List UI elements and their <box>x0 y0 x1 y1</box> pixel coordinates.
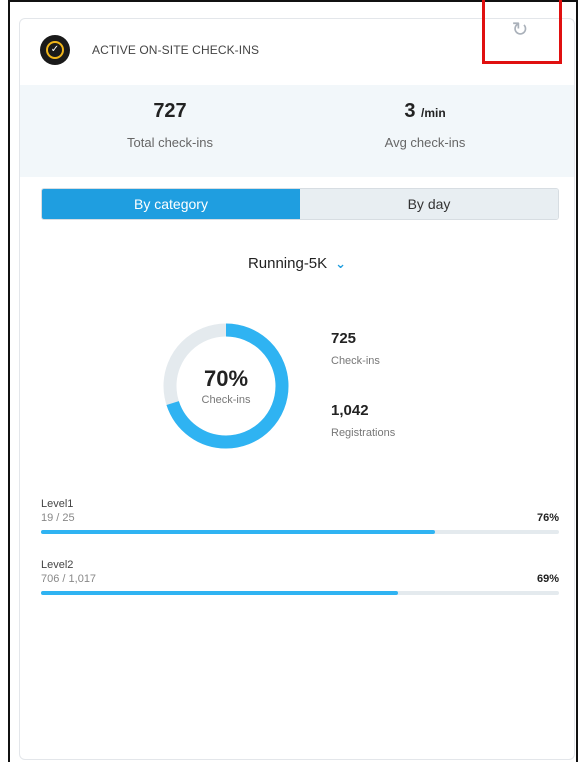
total-checkins-value: 727 <box>153 100 187 122</box>
level-percent: 69% <box>536 573 559 585</box>
level-progress-fill <box>41 530 435 534</box>
tab-by-category[interactable]: By category <box>42 189 300 219</box>
checkins-metric: 725 Check-ins <box>331 330 380 367</box>
category-dropdown[interactable]: Running-5K ⌄ <box>20 255 574 272</box>
category-selected-label: Running-5K <box>247 255 328 272</box>
check-circle-icon: ✓ <box>40 35 70 65</box>
level-progress-item: Level2 706 / 1,017 69% <box>41 559 559 595</box>
donut-label: Check-ins <box>201 394 251 406</box>
level-counts: 706 / 1,017 <box>41 573 97 585</box>
total-checkins-label: Total check-ins <box>127 135 213 150</box>
avg-checkins-label: Avg check-ins <box>384 135 466 150</box>
level-name: Level1 <box>41 498 74 510</box>
avg-checkins-stat: 3 /min Avg check-ins <box>325 97 525 150</box>
level-progress-fill <box>41 591 399 595</box>
refresh-icon[interactable]: ↻ <box>509 18 531 40</box>
avg-checkins-value-row: 3 /min <box>325 97 525 125</box>
total-checkins-stat: 727 Total check-ins <box>70 97 270 150</box>
level-progress-item: Level1 19 / 25 76% <box>41 498 559 534</box>
level-counts: 19 / 25 <box>41 512 75 524</box>
chevron-down-icon: ⌄ <box>335 257 347 272</box>
registrations-metric-label: Registrations <box>331 427 396 439</box>
checkins-card: ✓ ACTIVE ON-SITE CHECK-INS 727 Total che… <box>19 18 575 760</box>
avg-checkins-value: 3 <box>404 100 416 122</box>
tab-by-day[interactable]: By day <box>300 189 558 219</box>
donut-percent: 70% <box>203 366 249 391</box>
checkins-metric-label: Check-ins <box>331 355 380 367</box>
card-title: ACTIVE ON-SITE CHECK-INS <box>92 43 260 57</box>
stats-panel: 727 Total check-ins 3 /min Avg check-ins <box>20 85 574 177</box>
level-name: Level2 <box>41 559 74 571</box>
level-progress-track <box>41 591 559 595</box>
registrations-metric: 1,042 Registrations <box>331 402 395 439</box>
checkins-donut: 70% Check-ins <box>160 320 292 452</box>
level-progress-track <box>41 530 559 534</box>
view-tabs: By category By day <box>41 188 559 220</box>
checkins-metric-value: 725 <box>331 330 357 347</box>
avg-checkins-unit: /min <box>421 106 446 120</box>
level-percent: 76% <box>536 512 559 524</box>
registrations-metric-value: 1,042 <box>331 402 369 419</box>
